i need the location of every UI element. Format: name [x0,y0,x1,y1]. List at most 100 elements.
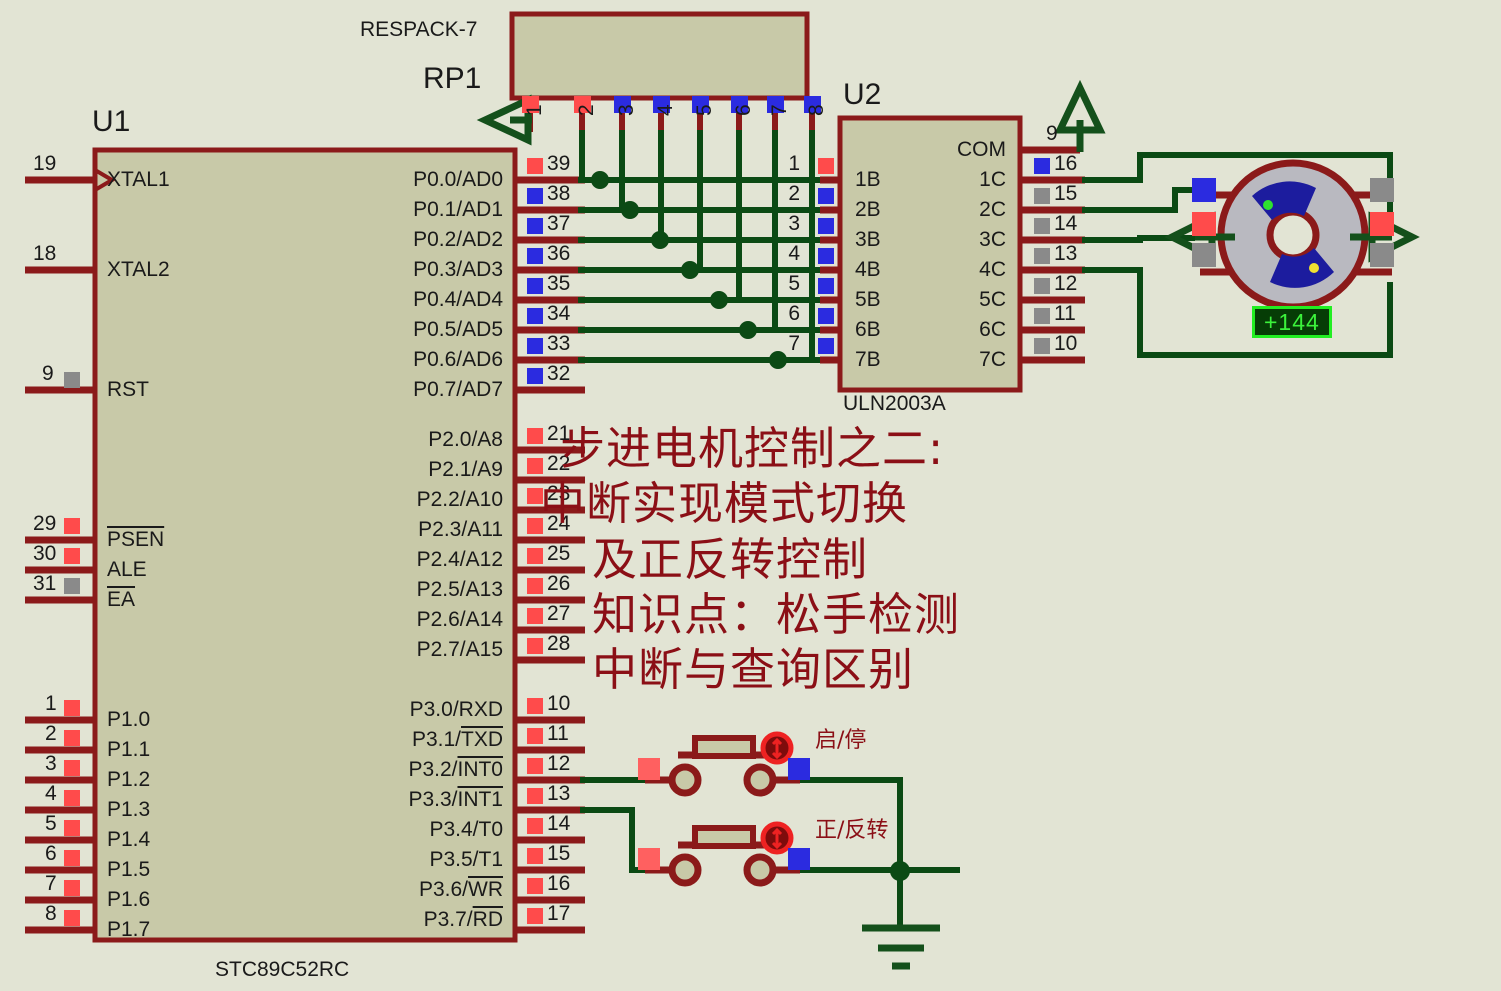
u1-pin-name-p30: P3.0/RXD [410,698,503,722]
u1-pin-num-29: 29 [33,512,56,536]
u2-pin-name-6b: 6B [855,318,881,342]
u1-pin-num-18: 18 [33,242,56,266]
u1-pin-num-16: 16 [547,872,570,896]
rp1-pin-num-8: 8 [805,104,829,116]
u2-pin-num-7: 7 [788,332,800,356]
u1-pin-name-p20: P2.0/A8 [428,428,503,452]
rp1-part-label: RESPACK-7 [360,18,477,42]
u1-pin-num-32: 32 [547,362,570,386]
u1-pin-name-rst: RST [107,378,149,402]
u2-pin-name-3c: 3C [979,228,1006,252]
u1-pin-num-26: 26 [547,572,570,596]
u1-pin-num-38: 38 [547,182,570,206]
u2-pin-num-6: 6 [788,302,800,326]
u1-pin-name-p02: P0.2/AD2 [413,228,503,252]
u1-part-label: STC89C52RC [215,958,349,982]
u1-pin-name-p14: P1.4 [107,828,150,852]
u2-pin-name-1b: 1B [855,168,881,192]
bus-wires [578,130,820,360]
u1-pin-name-ale: ALE [107,558,147,582]
u2-pin-name-6c: 6C [979,318,1006,342]
u1-pin-num-39: 39 [547,152,570,176]
u1-pin-num-33: 33 [547,332,570,356]
u1-pin-name-p34: P3.4/T0 [429,818,503,842]
rp1-pin-num-4: 4 [654,104,678,116]
u1-pin-num-1: 1 [45,692,57,716]
u1-pin-num-9: 9 [42,362,54,386]
u1-pin-name-p22: P2.2/A10 [417,488,503,512]
u2-pin-num-10: 10 [1054,332,1077,356]
annotation-line-5: 中断与查询区别 [592,633,914,698]
u1-pin-num-6: 6 [45,842,57,866]
u1-pin-name-p16: P1.6 [107,888,150,912]
u2-pin-name-1c: 1C [979,168,1006,192]
u2-pin-name-2b: 2B [855,198,881,222]
motor-position-display: +144 [1252,306,1332,338]
motor-marker-green [1263,200,1273,210]
u1-pin-num-36: 36 [547,242,570,266]
u1-pin-num-2: 2 [45,722,57,746]
u2-pin-num-3: 3 [788,212,800,236]
u2-pin-num-2: 2 [788,182,800,206]
motor-shaft [1270,212,1316,258]
u1-pin-num-8: 8 [45,902,57,926]
u1-pin-num-13: 13 [547,782,570,806]
u1-pin-name-p10: P1.0 [107,708,150,732]
u1-pin-num-15: 15 [547,842,570,866]
u1-pin-name-p05: P0.5/AD5 [413,318,503,342]
u2-pin-name-2c: 2C [979,198,1006,222]
u1-pin-name-p07: P0.7/AD7 [413,378,503,402]
u1-pin-num-3: 3 [45,752,57,776]
u1-pin-name-p25: P2.5/A13 [417,578,503,602]
u1-pin-num-4: 4 [45,782,57,806]
u1-pin-name-p12: P1.2 [107,768,150,792]
u1-pin-num-17: 17 [547,902,570,926]
u1-refdes: U1 [92,105,130,139]
rp1-pin-num-1: 1 [523,104,547,116]
rp1-pin-num-5: 5 [693,104,717,116]
u1-pin-num-37: 37 [547,212,570,236]
switch-2-graphic [645,824,800,883]
u1-pin-name-p32: P3.2/INT0 [408,758,503,782]
u2-pin-num-14: 14 [1054,212,1077,236]
u2-pin-name-com: COM [957,138,1006,162]
u1-pin-name-p24: P2.4/A12 [417,548,503,572]
u1-pin-name-p23: P2.3/A11 [418,518,503,542]
u2-pin-num-11: 11 [1054,302,1076,326]
u1-pin-name-p03: P0.3/AD3 [413,258,503,282]
u1-pin-name-p36: P3.6/WR [419,878,503,902]
switch-label-start-stop: 启/停 [815,722,866,754]
u2-pin-num-13: 13 [1054,242,1077,266]
u1-pin-num-19: 19 [33,152,56,176]
u1-pin-name-p37: P3.7/RD [424,908,503,932]
rp1-pin-num-3: 3 [615,104,639,116]
u1-pin-name-p01: P0.1/AD1 [413,198,503,222]
rp1-refdes: RP1 [423,62,481,96]
u1-pin-name-p13: P1.3 [107,798,150,822]
u2-pin-num-12: 12 [1054,272,1077,296]
u1-pin-num-12: 12 [547,752,570,776]
switch-label-dir: 正/反转 [815,812,888,844]
u2-pin-name-4b: 4B [855,258,881,282]
u1-pin-name-p00: P0.0/AD0 [413,168,503,192]
u1-pin-num-35: 35 [547,272,570,296]
u1-pin-num-31: 31 [33,572,56,596]
u2-pin-name-5c: 5C [979,288,1006,312]
u1-pin-name-p11: P1.1 [107,738,150,762]
u2-pin-name-7b: 7B [855,348,881,372]
switch-1-graphic [645,734,800,793]
u1-pin-name-p15: P1.5 [107,858,150,882]
u2-pin-name-4c: 4C [979,258,1006,282]
u1-pin-num-14: 14 [547,812,570,836]
u1-pin-num-7: 7 [45,872,57,896]
u1-pin-name-p04: P0.4/AD4 [413,288,503,312]
u2-left-leads [820,180,840,360]
u2-pin-name-7c: 7C [979,348,1006,372]
u2-pin-name-3b: 3B [855,228,881,252]
u1-pin-name-p26: P2.6/A14 [417,608,503,632]
u1-pin-name-ea: EA [107,588,135,612]
u2-pin-num-9: 9 [1046,122,1058,146]
u1-pin-num-30: 30 [33,542,56,566]
u2-pin-num-15: 15 [1054,182,1077,206]
u1-pin-num-28: 28 [547,632,570,656]
